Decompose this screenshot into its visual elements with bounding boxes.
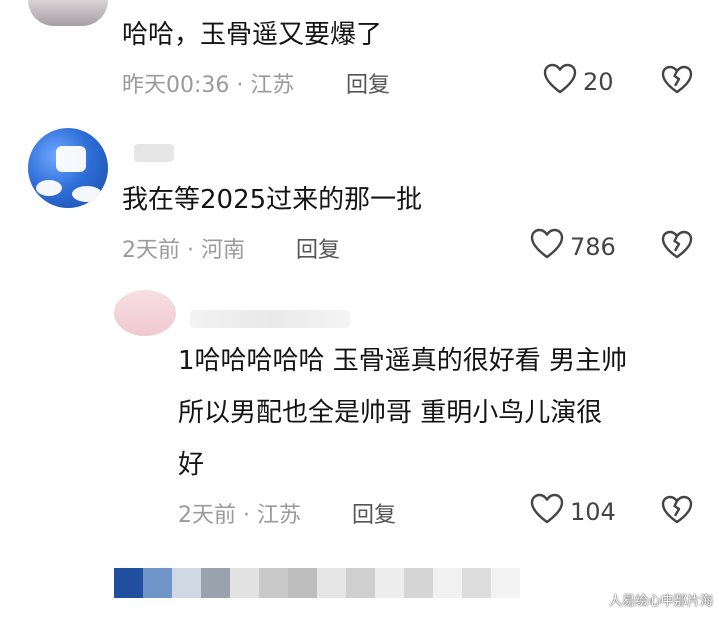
comment-meta: 昨天00:36 · 江苏 — [122, 73, 295, 98]
dislike-button[interactable] — [661, 230, 693, 264]
dislike-button[interactable] — [661, 495, 693, 529]
reply-button[interactable]: 回复 — [346, 67, 390, 99]
comment-text: 哈哈，玉骨遥又要爆了 — [122, 20, 383, 50]
comment-text-line-2: 所以男配也全是帅哥 重明小鸟儿演很 — [178, 398, 603, 428]
broken-heart-icon — [661, 495, 693, 529]
username[interactable] — [190, 310, 350, 328]
next-comment-avatar-blur — [114, 568, 520, 598]
avatar[interactable] — [114, 290, 176, 336]
like-count: 20 — [583, 68, 614, 96]
like-button[interactable]: 786 — [530, 228, 616, 266]
comment-meta: 2天前 · 河南 — [122, 238, 245, 263]
reply-button[interactable]: 回复 — [296, 232, 340, 264]
dislike-button[interactable] — [661, 65, 693, 99]
avatar[interactable] — [28, 0, 108, 26]
heart-outline-icon — [530, 493, 564, 531]
comment-text-line-1: 1哈哈哈哈哈 玉骨遥真的很好看 男主帅 — [178, 346, 628, 376]
username[interactable] — [134, 144, 174, 162]
comment-meta: 2天前 · 江苏 — [178, 503, 301, 528]
broken-heart-icon — [661, 230, 693, 264]
heart-outline-icon — [530, 228, 564, 266]
avatar[interactable] — [28, 128, 108, 208]
broken-heart-icon — [661, 65, 693, 99]
heart-outline-icon — [543, 63, 577, 101]
like-count: 104 — [570, 498, 616, 526]
comment-text: 我在等2025过来的那一批 — [122, 185, 423, 215]
comment-text-line-3: 好 — [178, 450, 205, 480]
like-count: 786 — [570, 233, 616, 261]
watermark: 人易绘心中那片海 — [608, 594, 713, 609]
like-button[interactable]: 104 — [530, 493, 616, 531]
like-button[interactable]: 20 — [543, 63, 614, 101]
reply-button[interactable]: 回复 — [352, 497, 396, 529]
